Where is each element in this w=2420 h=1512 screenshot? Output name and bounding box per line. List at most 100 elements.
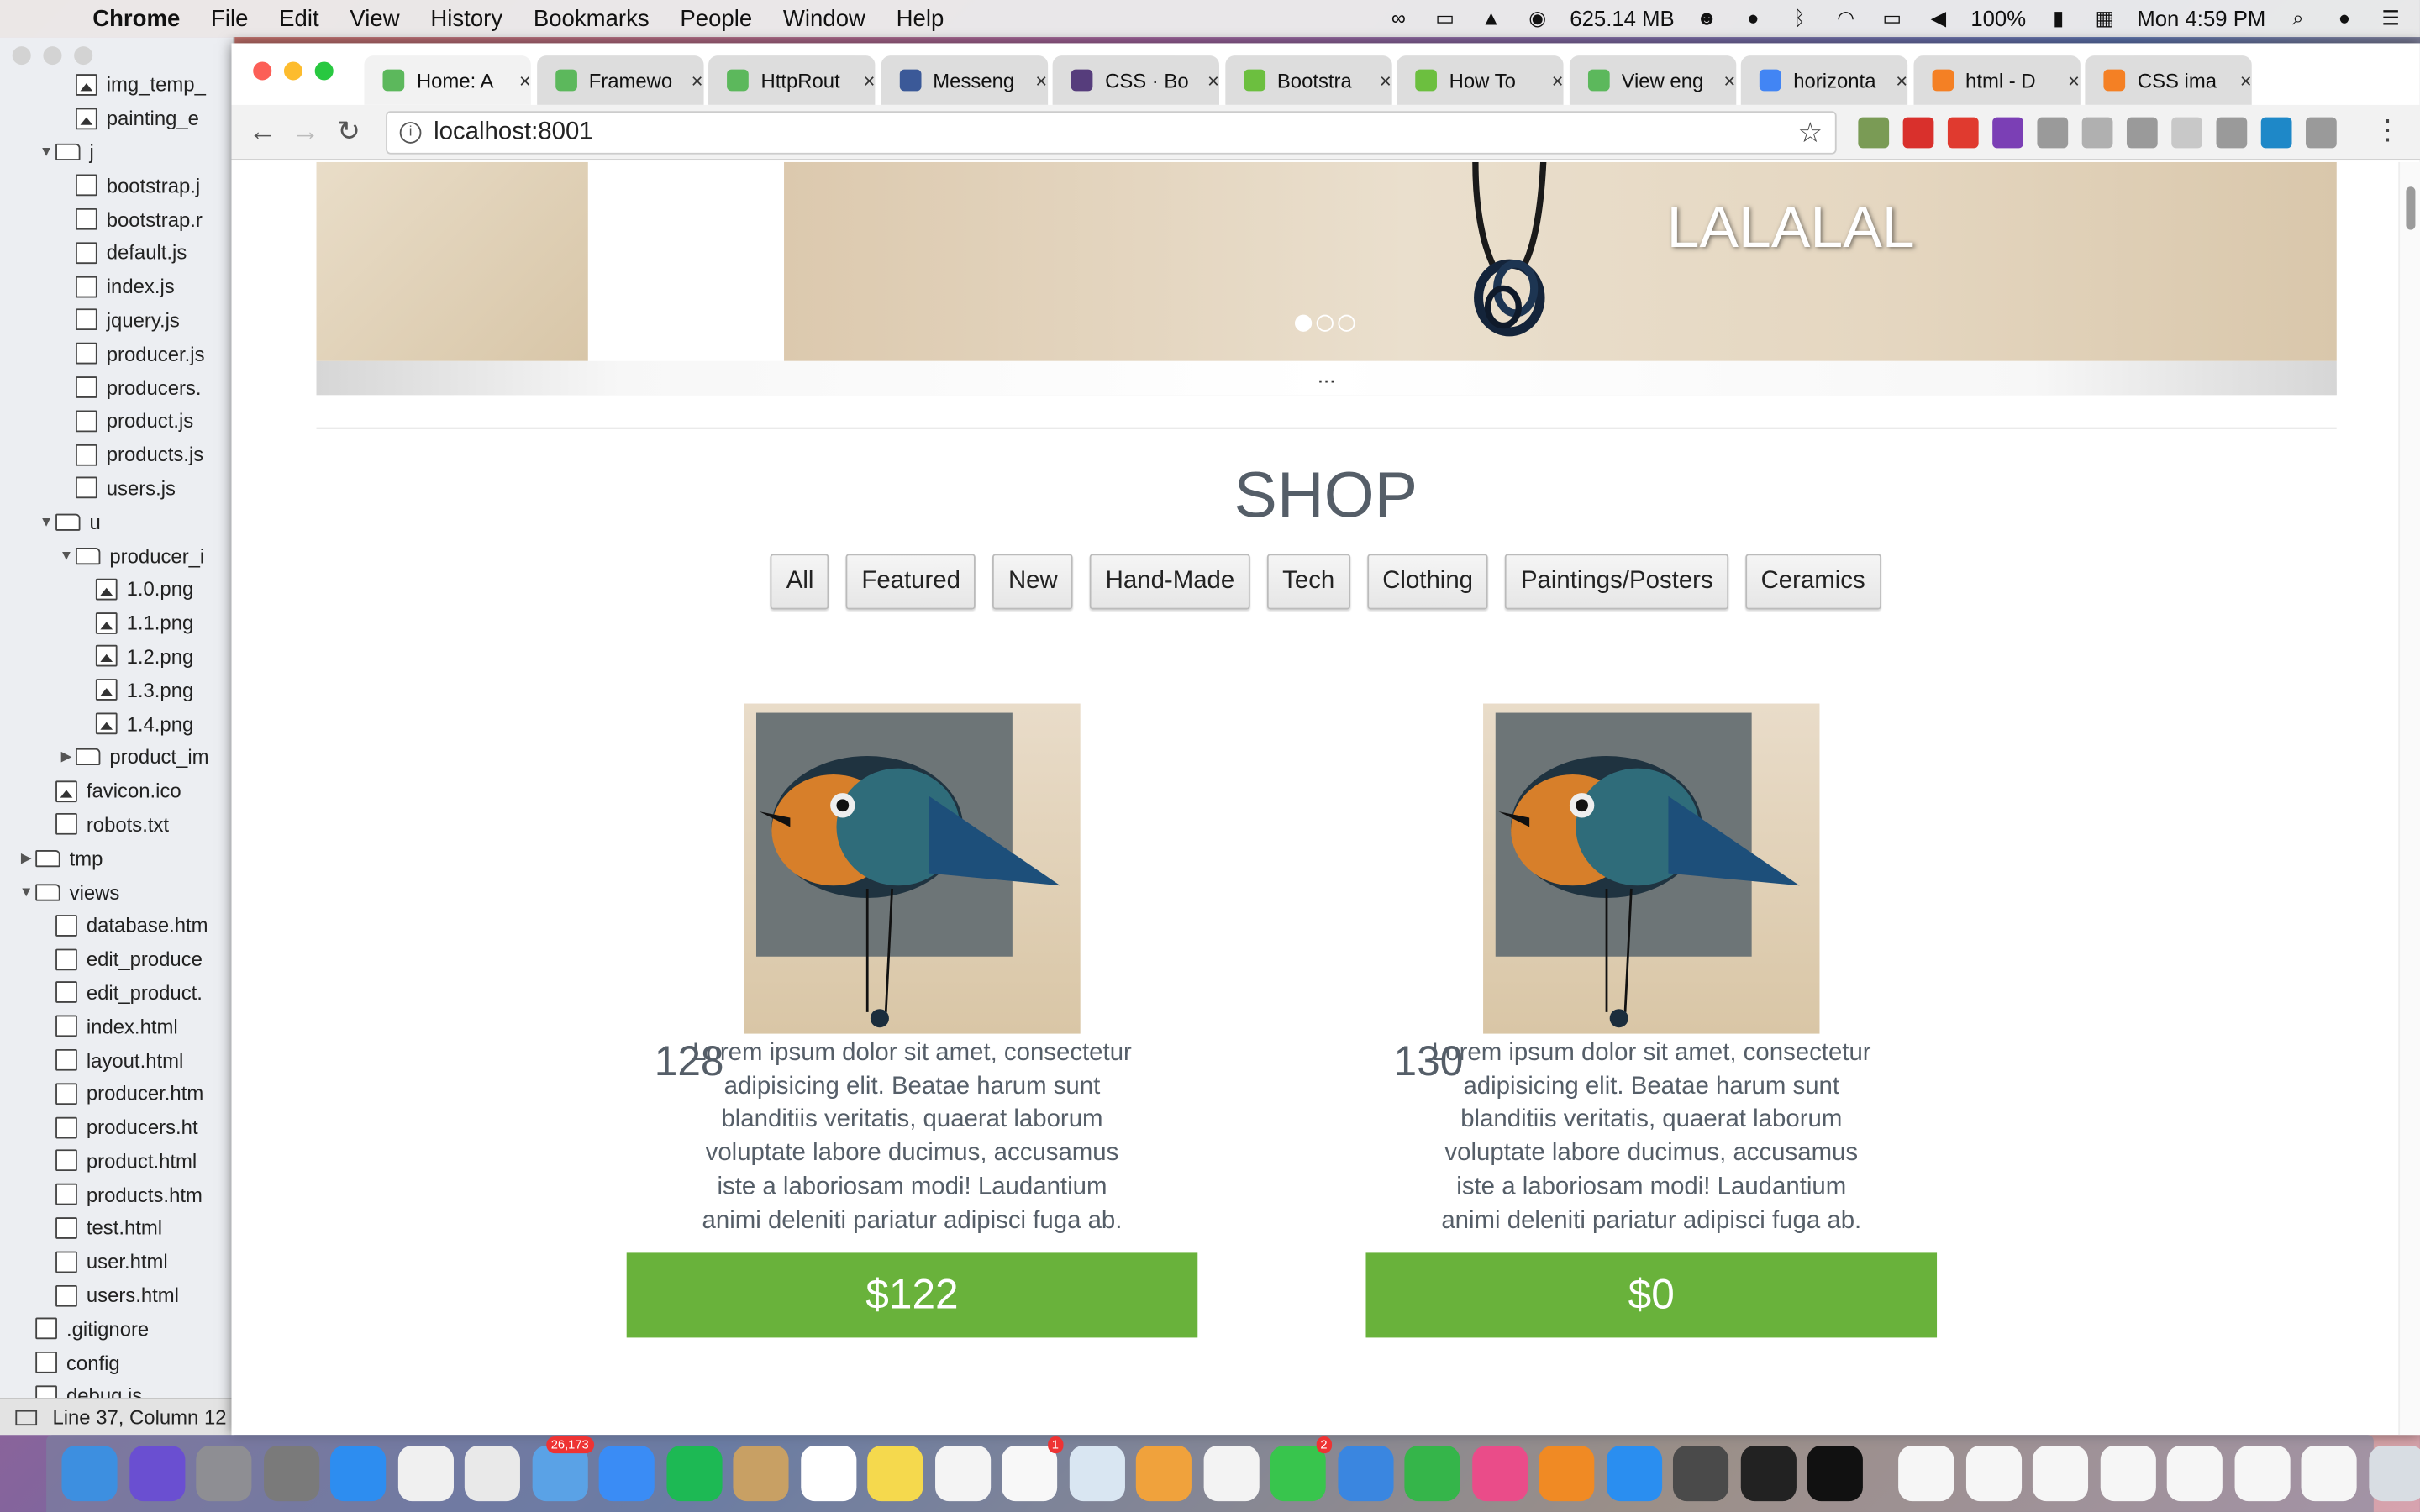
dock-pages-icon[interactable] xyxy=(1135,1445,1192,1502)
dock-calendar-icon[interactable] xyxy=(800,1445,856,1502)
filter-button[interactable]: New xyxy=(992,554,1074,610)
dock-document-2-icon[interactable] xyxy=(1965,1445,2022,1502)
expanded-arrow-icon[interactable]: ▼ xyxy=(37,514,55,529)
expanded-arrow-icon[interactable]: ▼ xyxy=(57,548,76,563)
browser-tab[interactable]: Framewo × xyxy=(536,55,703,105)
file-tree-row[interactable]: ▶ tmp xyxy=(0,842,234,875)
dock-textedit-icon[interactable] xyxy=(934,1445,991,1502)
dock-document-1-icon[interactable] xyxy=(1898,1445,1954,1502)
tab-close-icon[interactable]: × xyxy=(1380,69,1392,92)
profile-button[interactable]: Hamlet xyxy=(2341,59,2405,82)
extension-icon[interactable] xyxy=(2171,117,2202,149)
menu-edit[interactable]: Edit xyxy=(279,5,318,31)
forward-icon[interactable]: → xyxy=(284,116,327,149)
file-tree-row[interactable]: layout.html xyxy=(0,1043,234,1077)
notification-center-icon[interactable]: ☰ xyxy=(2377,7,2405,29)
dock-numbers-icon[interactable] xyxy=(1404,1445,1460,1502)
filter-button[interactable]: Clothing xyxy=(1366,554,1489,610)
panel-toggle-icon[interactable] xyxy=(15,1409,38,1425)
dock-siri-icon[interactable] xyxy=(129,1445,185,1502)
extension-icon[interactable] xyxy=(1902,117,1934,149)
wifi-icon[interactable]: ◠ xyxy=(1832,7,1860,29)
chrome-menu-icon[interactable]: ⋮ xyxy=(2374,114,2402,147)
file-tree-row[interactable]: user.html xyxy=(0,1245,234,1278)
file-tree-row[interactable]: .gitignore xyxy=(0,1312,234,1346)
filter-button[interactable]: Tech xyxy=(1266,554,1350,610)
site-info-icon[interactable]: i xyxy=(399,122,422,144)
file-tree-row[interactable]: painting_e xyxy=(0,102,234,135)
extension-icon[interactable] xyxy=(1858,117,1890,149)
browser-tab[interactable]: html - D × xyxy=(1912,55,2080,105)
tab-close-icon[interactable]: × xyxy=(692,69,703,92)
filter-button[interactable]: Hand-Made xyxy=(1090,554,1250,610)
warning-icon[interactable]: ▲ xyxy=(1477,7,1505,29)
dock-itunes-icon[interactable] xyxy=(1471,1445,1528,1502)
file-tree-row[interactable]: index.js xyxy=(0,270,234,303)
dock-document-7-icon[interactable] xyxy=(2301,1445,2357,1502)
input-source-icon[interactable]: ▦ xyxy=(2091,7,2118,29)
memory-readout[interactable]: 625.14 MB xyxy=(1570,6,1674,30)
editor-minimize-button[interactable] xyxy=(43,46,62,66)
collapsed-arrow-icon[interactable]: ▶ xyxy=(57,748,76,765)
extension-icon[interactable] xyxy=(2216,117,2248,149)
dock-document-6-icon[interactable] xyxy=(2233,1445,2290,1502)
extension-icon[interactable] xyxy=(2260,117,2292,149)
tab-close-icon[interactable]: × xyxy=(1723,69,1735,92)
file-tree-row[interactable]: robots.txt xyxy=(0,808,234,842)
file-tree-row[interactable]: ▼ producer_i xyxy=(0,538,234,572)
tab-close-icon[interactable]: × xyxy=(1207,69,1219,92)
dock-sublime-text-icon[interactable] xyxy=(1672,1445,1729,1502)
minimize-window-button[interactable] xyxy=(283,61,302,81)
hero-carousel[interactable]: LALALAL ... xyxy=(316,161,2337,396)
extension-icon[interactable] xyxy=(1947,117,1979,149)
file-tree-row[interactable]: config xyxy=(0,1346,234,1379)
filter-button[interactable]: Ceramics xyxy=(1745,554,1881,610)
zoom-window-button[interactable] xyxy=(314,61,334,81)
extension-icon[interactable] xyxy=(2126,117,2158,149)
carousel-indicator-dot[interactable] xyxy=(1316,314,1334,332)
carousel-indicator-dot[interactable] xyxy=(1338,314,1355,332)
dock-mail-icon[interactable]: 26,173 xyxy=(531,1436,594,1502)
dock-ibooks-icon[interactable] xyxy=(1539,1445,1595,1502)
back-icon[interactable]: ← xyxy=(241,116,284,149)
dock-document-3-icon[interactable] xyxy=(2032,1445,2089,1502)
airplay-display-icon[interactable]: ▭ xyxy=(1431,7,1459,29)
menu-people[interactable]: People xyxy=(680,5,752,31)
bookmark-star-icon[interactable]: ☆ xyxy=(1797,118,1823,150)
tab-close-icon[interactable]: × xyxy=(1035,69,1047,92)
dock-messenger-icon[interactable] xyxy=(598,1445,655,1502)
file-tree-row[interactable]: producers.ht xyxy=(0,1110,234,1144)
file-tree-row[interactable]: database.htm xyxy=(0,909,234,942)
file-tree-row[interactable]: products.htm xyxy=(0,1178,234,1211)
menu-view[interactable]: View xyxy=(350,5,399,31)
tab-close-icon[interactable]: × xyxy=(1552,69,1564,92)
menu-app-name[interactable]: Chrome xyxy=(92,5,180,31)
browser-tab[interactable]: Bootstra × xyxy=(1224,55,1392,105)
close-window-button[interactable] xyxy=(253,61,272,81)
extension-icon[interactable] xyxy=(1992,117,2023,149)
dock-apps-grid-icon[interactable] xyxy=(397,1445,454,1502)
file-tree-row[interactable]: test.html xyxy=(0,1211,234,1245)
dock-activity-monitor-icon[interactable] xyxy=(1739,1445,1797,1502)
file-tree-row[interactable]: ▼ j xyxy=(0,135,234,169)
battery-percent[interactable]: 100% xyxy=(1970,6,2026,30)
tab-close-icon[interactable]: × xyxy=(2068,69,2080,92)
glasses-icon[interactable]: ∞ xyxy=(1385,7,1413,29)
file-tree-row[interactable]: jquery.js xyxy=(0,303,234,337)
dock-notes-icon[interactable] xyxy=(867,1445,923,1502)
tab-close-icon[interactable]: × xyxy=(1896,69,1907,92)
dock-launchpad-icon[interactable] xyxy=(196,1445,252,1502)
reload-icon[interactable]: ↻ xyxy=(327,116,370,149)
hat-icon[interactable]: ● xyxy=(1739,7,1767,29)
file-tree-row[interactable]: product.js xyxy=(0,404,234,438)
filter-button[interactable]: Featured xyxy=(845,554,976,610)
price-button[interactable]: $0 xyxy=(1365,1252,1938,1338)
airplay-icon[interactable]: ▭ xyxy=(1878,7,1906,29)
tab-close-icon[interactable]: × xyxy=(863,69,875,92)
file-tree-row[interactable]: 1.2.png xyxy=(0,639,234,673)
menu-bookmarks[interactable]: Bookmarks xyxy=(534,5,650,31)
battery-icon[interactable]: ▮ xyxy=(2044,7,2072,29)
file-tree-row[interactable]: producer.js xyxy=(0,337,234,370)
filter-button[interactable]: All xyxy=(771,554,829,610)
extension-icon[interactable] xyxy=(2306,117,2337,149)
